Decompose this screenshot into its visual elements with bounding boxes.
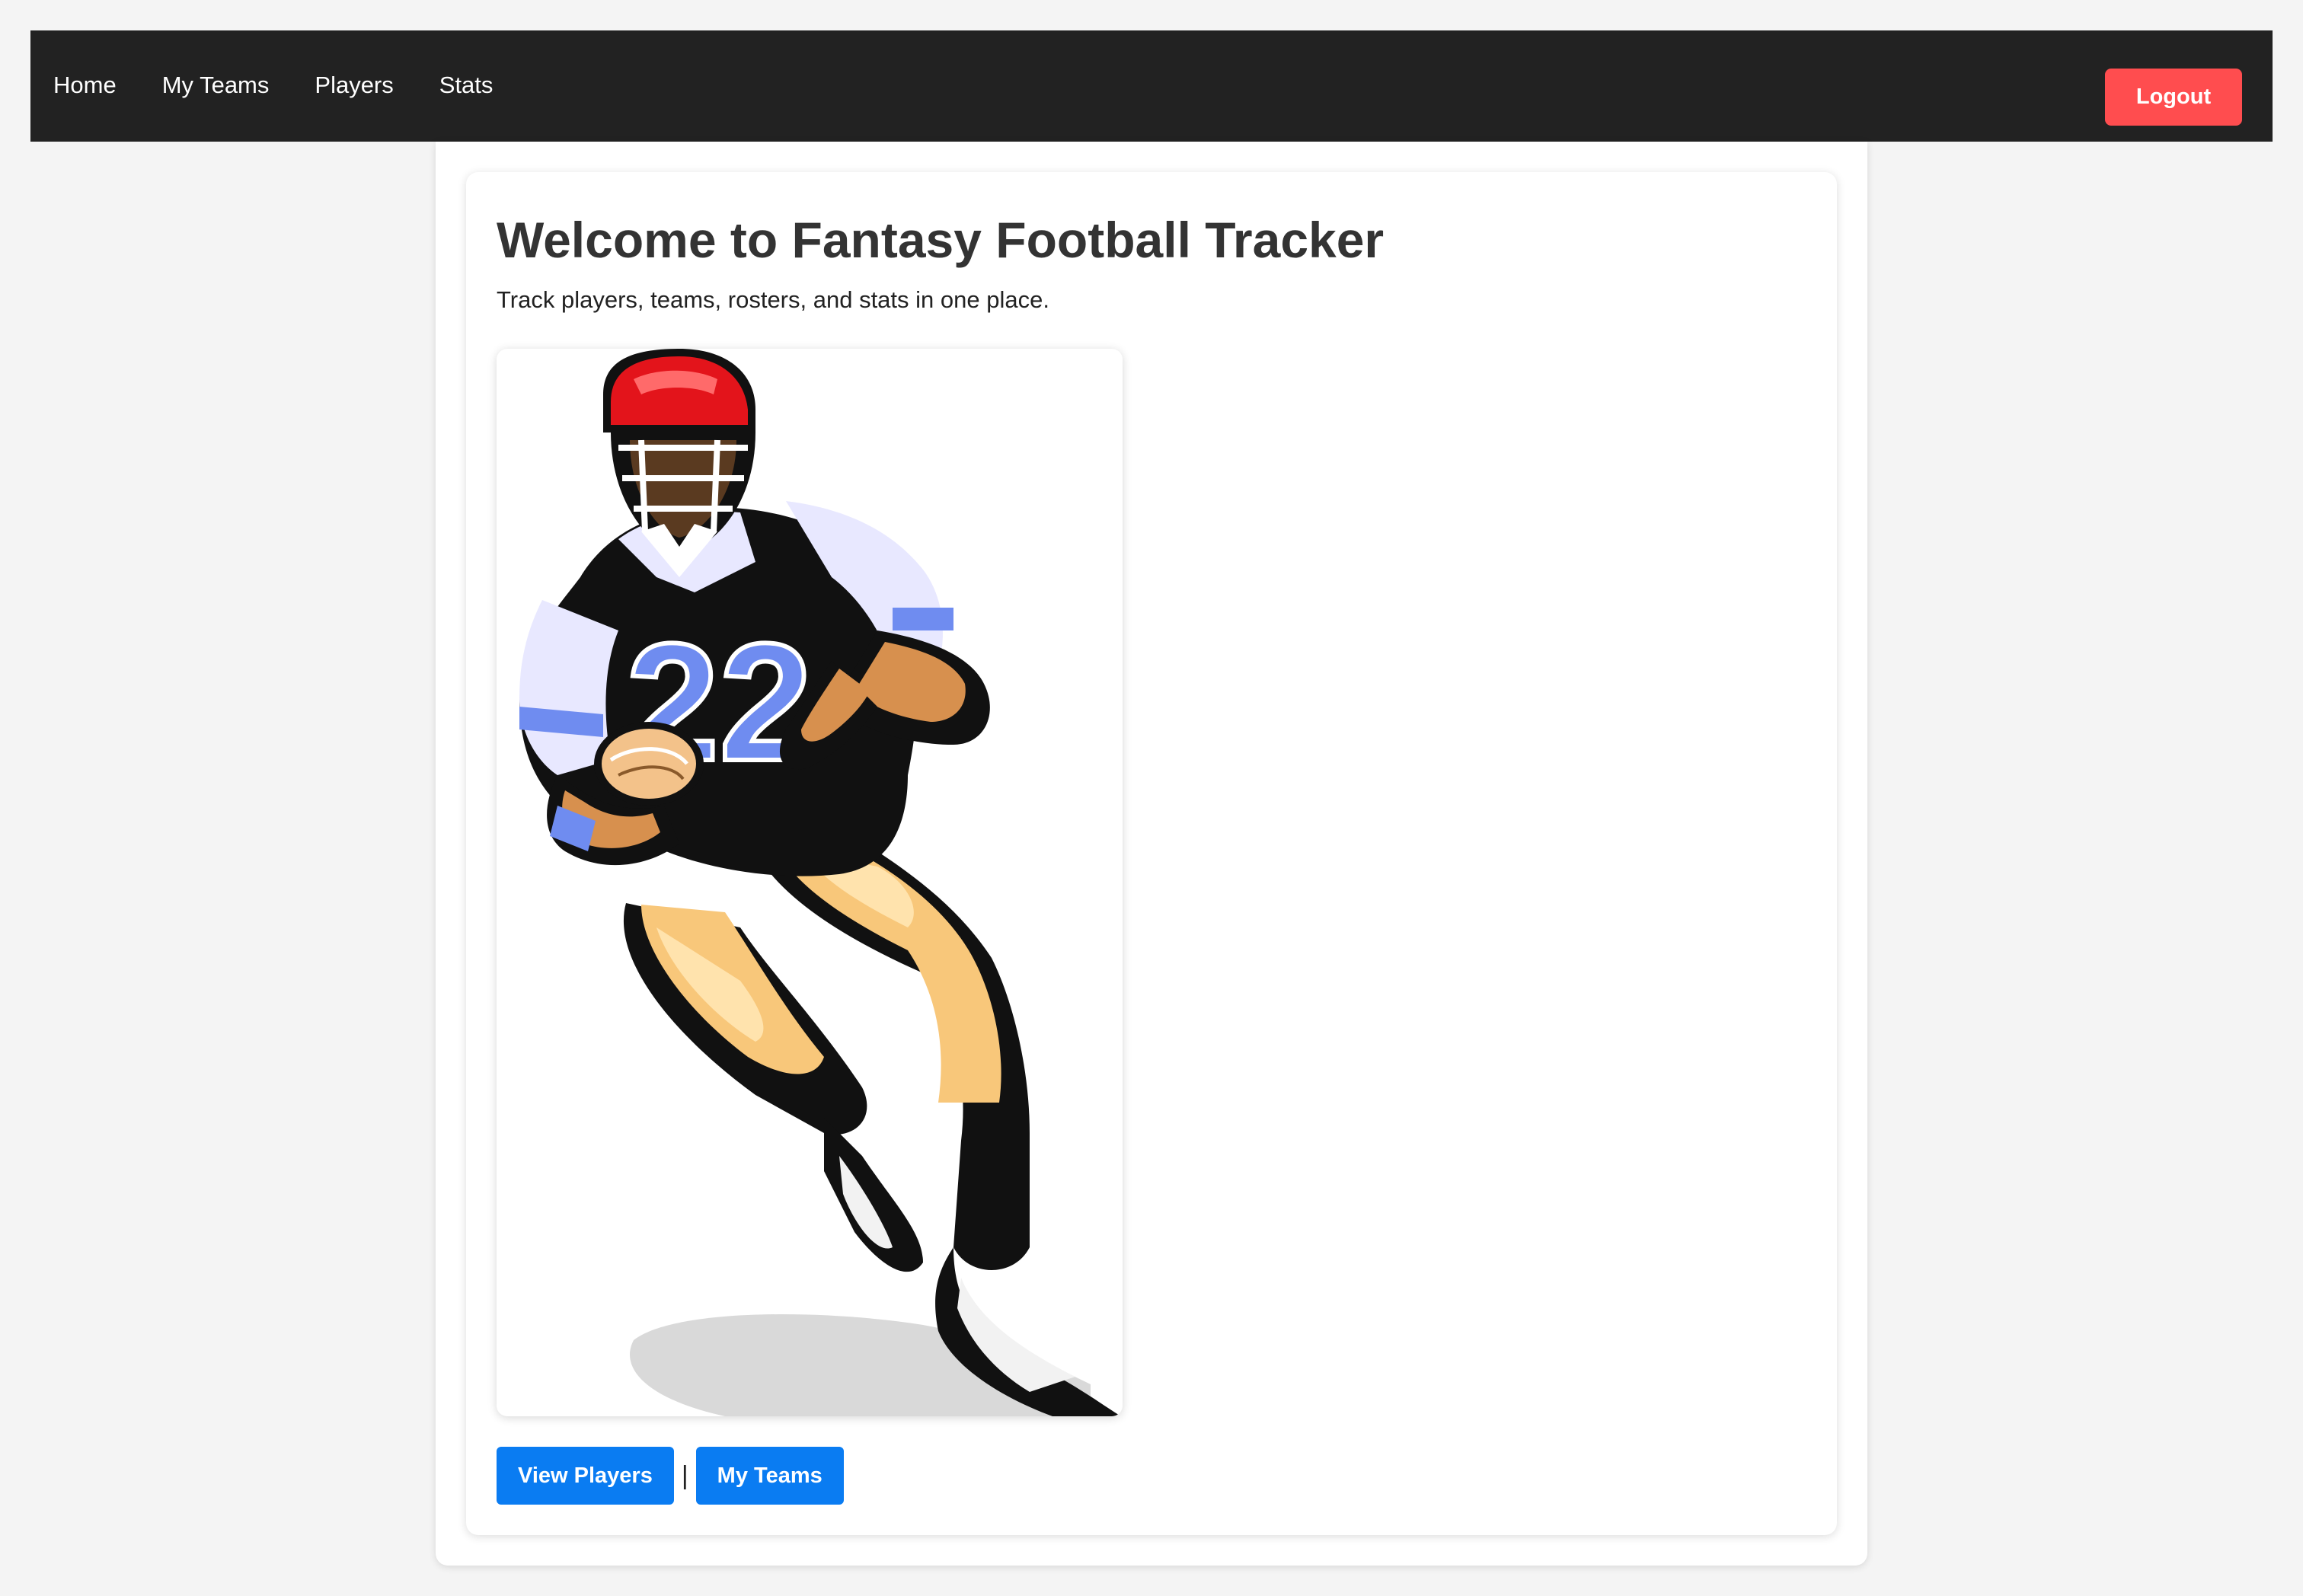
nav-link-stats[interactable]: Stats bbox=[439, 69, 494, 102]
nav-link-home[interactable]: Home bbox=[53, 69, 117, 102]
view-players-button[interactable]: View Players bbox=[497, 1447, 674, 1505]
button-separator: | bbox=[681, 1460, 688, 1490]
nav-link-players[interactable]: Players bbox=[315, 69, 393, 102]
football-player-illustration: 22 bbox=[519, 349, 1121, 1416]
hero-image-frame: 22 bbox=[497, 349, 1123, 1416]
my-teams-button[interactable]: My Teams bbox=[695, 1447, 844, 1505]
page-subtitle: Track players, teams, rosters, and stats… bbox=[497, 286, 1049, 313]
nav-link-my-teams[interactable]: My Teams bbox=[162, 69, 270, 102]
action-bar: View Players | My Teams bbox=[497, 1447, 844, 1505]
main-nav: Home My Teams Players Stats bbox=[53, 69, 538, 102]
page-title: Welcome to Fantasy Football Tracker bbox=[497, 212, 1385, 268]
logout-button[interactable]: Logout bbox=[2105, 69, 2242, 126]
